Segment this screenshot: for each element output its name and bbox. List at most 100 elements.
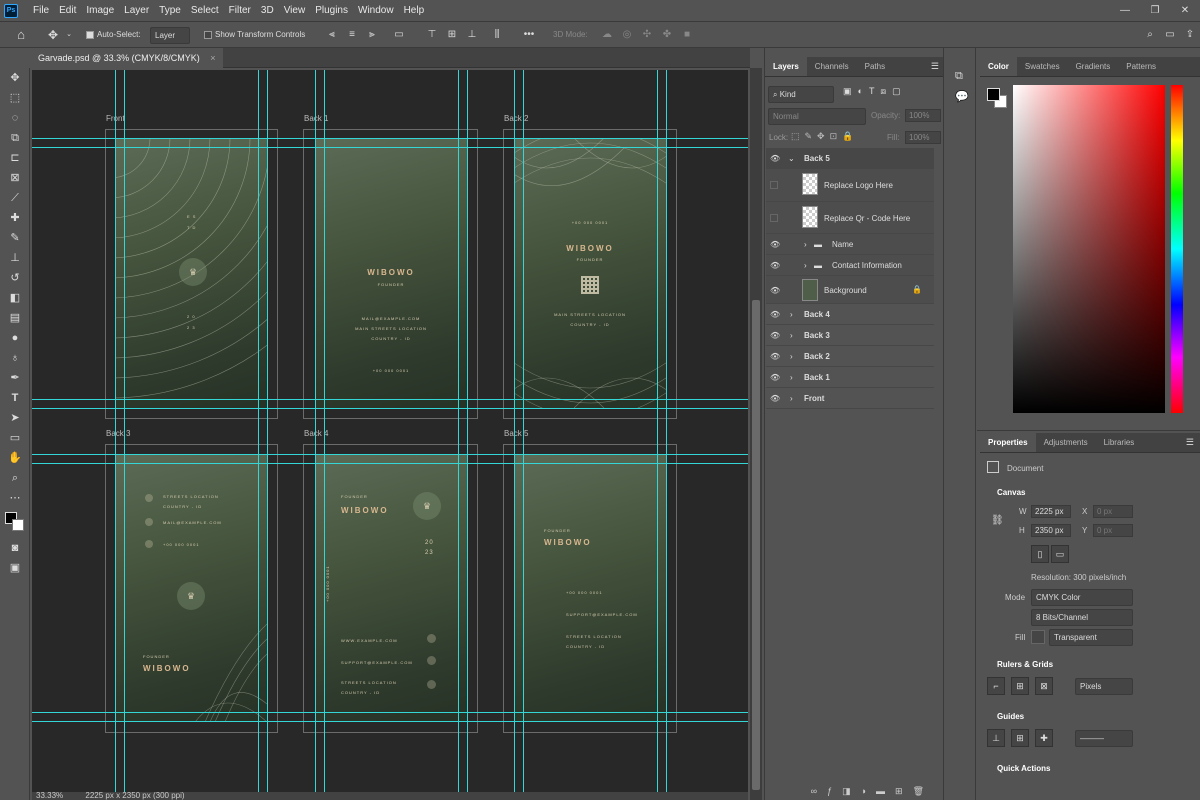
crop-tool-icon[interactable]: ⊏ xyxy=(0,148,30,168)
tab-color[interactable]: Color xyxy=(980,57,1017,76)
align-bottom-icon[interactable]: ⊥ xyxy=(465,27,479,43)
tab-gradients[interactable]: Gradients xyxy=(1068,57,1119,76)
search-icon[interactable]: ⌕ xyxy=(1143,27,1157,43)
chevron-right-icon[interactable]: › xyxy=(790,394,793,403)
canvas-section-title[interactable]: Canvas xyxy=(997,488,1025,497)
menu-file[interactable]: File xyxy=(28,0,54,22)
guide-vertical[interactable] xyxy=(258,70,259,792)
link-icon[interactable]: ⛓ xyxy=(991,515,1004,526)
guide-vertical[interactable] xyxy=(666,70,667,792)
tab-channels[interactable]: Channels xyxy=(807,57,857,76)
workspace-icon[interactable]: ▭ xyxy=(1163,27,1177,43)
visibility-eye-icon[interactable]: 👁 xyxy=(770,310,780,319)
quick-actions-title[interactable]: Quick Actions xyxy=(997,764,1051,773)
hand-tool-icon[interactable]: ✋ xyxy=(0,448,30,468)
artboard-label-back3[interactable]: Back 3 xyxy=(106,429,130,438)
guide-layout-icon[interactable]: ⊞ xyxy=(1011,729,1029,747)
guides-title[interactable]: Guides xyxy=(997,712,1024,721)
menu-type[interactable]: Type xyxy=(154,0,186,22)
pen-tool-icon[interactable]: ✒ xyxy=(0,368,30,388)
visibility-eye-icon[interactable]: 👁 xyxy=(770,373,780,382)
show-transform-checkbox[interactable]: Show Transform Controls xyxy=(204,27,314,43)
stamp-tool-icon[interactable]: ⊥ xyxy=(0,248,30,268)
height-input[interactable]: 2350 px xyxy=(1031,524,1071,537)
document-canvas[interactable]: Front Back 1 Back 2 Back 3 Back 4 Back 5… xyxy=(32,70,748,792)
tab-patterns[interactable]: Patterns xyxy=(1118,57,1164,76)
tab-swatches[interactable]: Swatches xyxy=(1017,57,1068,76)
chevron-right-icon[interactable]: › xyxy=(804,240,807,249)
layer-row-back3[interactable]: 👁 › Back 3 xyxy=(766,325,934,346)
guide-vertical[interactable] xyxy=(514,70,515,792)
visibility-off-icon[interactable] xyxy=(770,181,778,189)
eraser-tool-icon[interactable]: ◧ xyxy=(0,288,30,308)
object-select-tool-icon[interactable]: ⧉ xyxy=(0,128,30,148)
layer-row-back1[interactable]: 👁 › Back 1 xyxy=(766,367,934,388)
units-dropdown[interactable]: Pixels xyxy=(1075,678,1133,695)
minimize-button[interactable]: — xyxy=(1110,0,1140,22)
3d-orbit-icon[interactable]: ☁ xyxy=(600,27,614,43)
visibility-eye-icon[interactable]: 👁 xyxy=(770,261,780,270)
guide-style-dropdown[interactable]: ——— xyxy=(1075,730,1133,747)
quick-mask-icon[interactable]: ◙ xyxy=(0,538,30,558)
fill-swatch[interactable] xyxy=(1031,630,1045,644)
pixel-grid-icon[interactable]: ⊠ xyxy=(1035,677,1053,695)
gradient-tool-icon[interactable]: ▤ xyxy=(0,308,30,328)
card-back3[interactable]: STREETS LOCATION COUNTRY - ID MAIL@EXAMP… xyxy=(115,454,267,722)
path-select-tool-icon[interactable]: ➤ xyxy=(0,408,30,428)
lock-icons[interactable]: ⬚✎✥⊡🔒 xyxy=(791,131,858,142)
lasso-tool-icon[interactable]: ◌ xyxy=(0,108,30,128)
new-guide-icon[interactable]: ✚ xyxy=(1035,729,1053,747)
guide-vertical[interactable] xyxy=(267,70,268,792)
menu-filter[interactable]: Filter xyxy=(224,0,256,22)
marquee-tool-icon[interactable]: ⬚ xyxy=(0,88,30,108)
guide-horizontal[interactable] xyxy=(32,399,748,400)
3d-slide-icon[interactable]: ✤ xyxy=(660,27,674,43)
layer-action-icons[interactable]: ∞ƒ◨◑▬⊞🗑 xyxy=(766,786,934,800)
guide-horizontal[interactable] xyxy=(32,147,748,148)
menu-edit[interactable]: Edit xyxy=(54,0,81,22)
chevron-right-icon[interactable]: › xyxy=(790,331,793,340)
close-button[interactable]: ✕ xyxy=(1170,0,1200,22)
layer-row-back4[interactable]: 👁 › Back 4 xyxy=(766,304,934,325)
tab-layers[interactable]: Layers xyxy=(765,57,807,76)
filter-icons[interactable]: ▣◐T⧈▢ xyxy=(843,86,907,97)
guide-horizontal[interactable] xyxy=(32,712,748,713)
card-back2[interactable]: +00 000 0001 WIBOWO FOUNDER MAIN STREETS… xyxy=(514,138,666,408)
layer-row-background[interactable]: 👁 Background 🔒 xyxy=(766,276,934,304)
comments-icon[interactable]: 💬 xyxy=(955,90,969,103)
blend-mode-dropdown[interactable]: Normal xyxy=(768,108,866,125)
dodge-tool-icon[interactable]: ♁ xyxy=(0,348,30,368)
tool-preset-chevron-icon[interactable]: ⌄ xyxy=(64,27,74,43)
distribute-vertical-icon[interactable]: ⫼ xyxy=(490,27,504,43)
visibility-off-icon[interactable] xyxy=(770,214,778,222)
rulers-grids-title[interactable]: Rulers & Grids xyxy=(997,660,1053,669)
guide-vertical[interactable] xyxy=(324,70,325,792)
history-brush-icon[interactable]: ↺ xyxy=(0,268,30,288)
menu-plugins[interactable]: Plugins xyxy=(310,0,353,22)
guide-horizontal[interactable] xyxy=(32,138,748,139)
photoshop-logo[interactable]: Ps xyxy=(4,4,18,18)
panel-menu-icon[interactable]: ☰ xyxy=(1186,437,1194,448)
3d-camera-icon[interactable]: ■ xyxy=(680,27,694,43)
align-right-icon[interactable]: ⫸ xyxy=(365,27,379,43)
blur-tool-icon[interactable]: ● xyxy=(0,328,30,348)
artboard-label-back5[interactable]: Back 5 xyxy=(504,429,528,438)
scrollbar-thumb[interactable] xyxy=(752,300,760,790)
guide-horizontal[interactable] xyxy=(32,463,748,464)
y-input[interactable]: 0 px xyxy=(1093,524,1133,537)
guide-vertical[interactable] xyxy=(315,70,316,792)
guide-vertical[interactable] xyxy=(115,70,116,792)
visibility-eye-icon[interactable]: 👁 xyxy=(770,352,780,361)
width-input[interactable]: 2225 px xyxy=(1031,505,1071,518)
landscape-orientation-icon[interactable]: ▭ xyxy=(1051,545,1069,563)
layer-row-front[interactable]: 👁 › Front xyxy=(766,388,934,409)
visibility-eye-icon[interactable]: 👁 xyxy=(770,286,780,295)
3d-drag-icon[interactable]: ✣ xyxy=(640,27,654,43)
ruler-icon[interactable]: ⌐ xyxy=(987,677,1005,695)
x-input[interactable]: 0 px xyxy=(1093,505,1133,518)
guides-icon[interactable]: ⊥ xyxy=(987,729,1005,747)
more-options-icon[interactable]: ••• xyxy=(522,27,536,43)
document-tab[interactable]: Garvade.psd @ 33.3% (CMYK/8/CMYK) × xyxy=(30,48,224,68)
more-tools-icon[interactable]: ⋯ xyxy=(0,488,30,508)
menu-select[interactable]: Select xyxy=(186,0,224,22)
